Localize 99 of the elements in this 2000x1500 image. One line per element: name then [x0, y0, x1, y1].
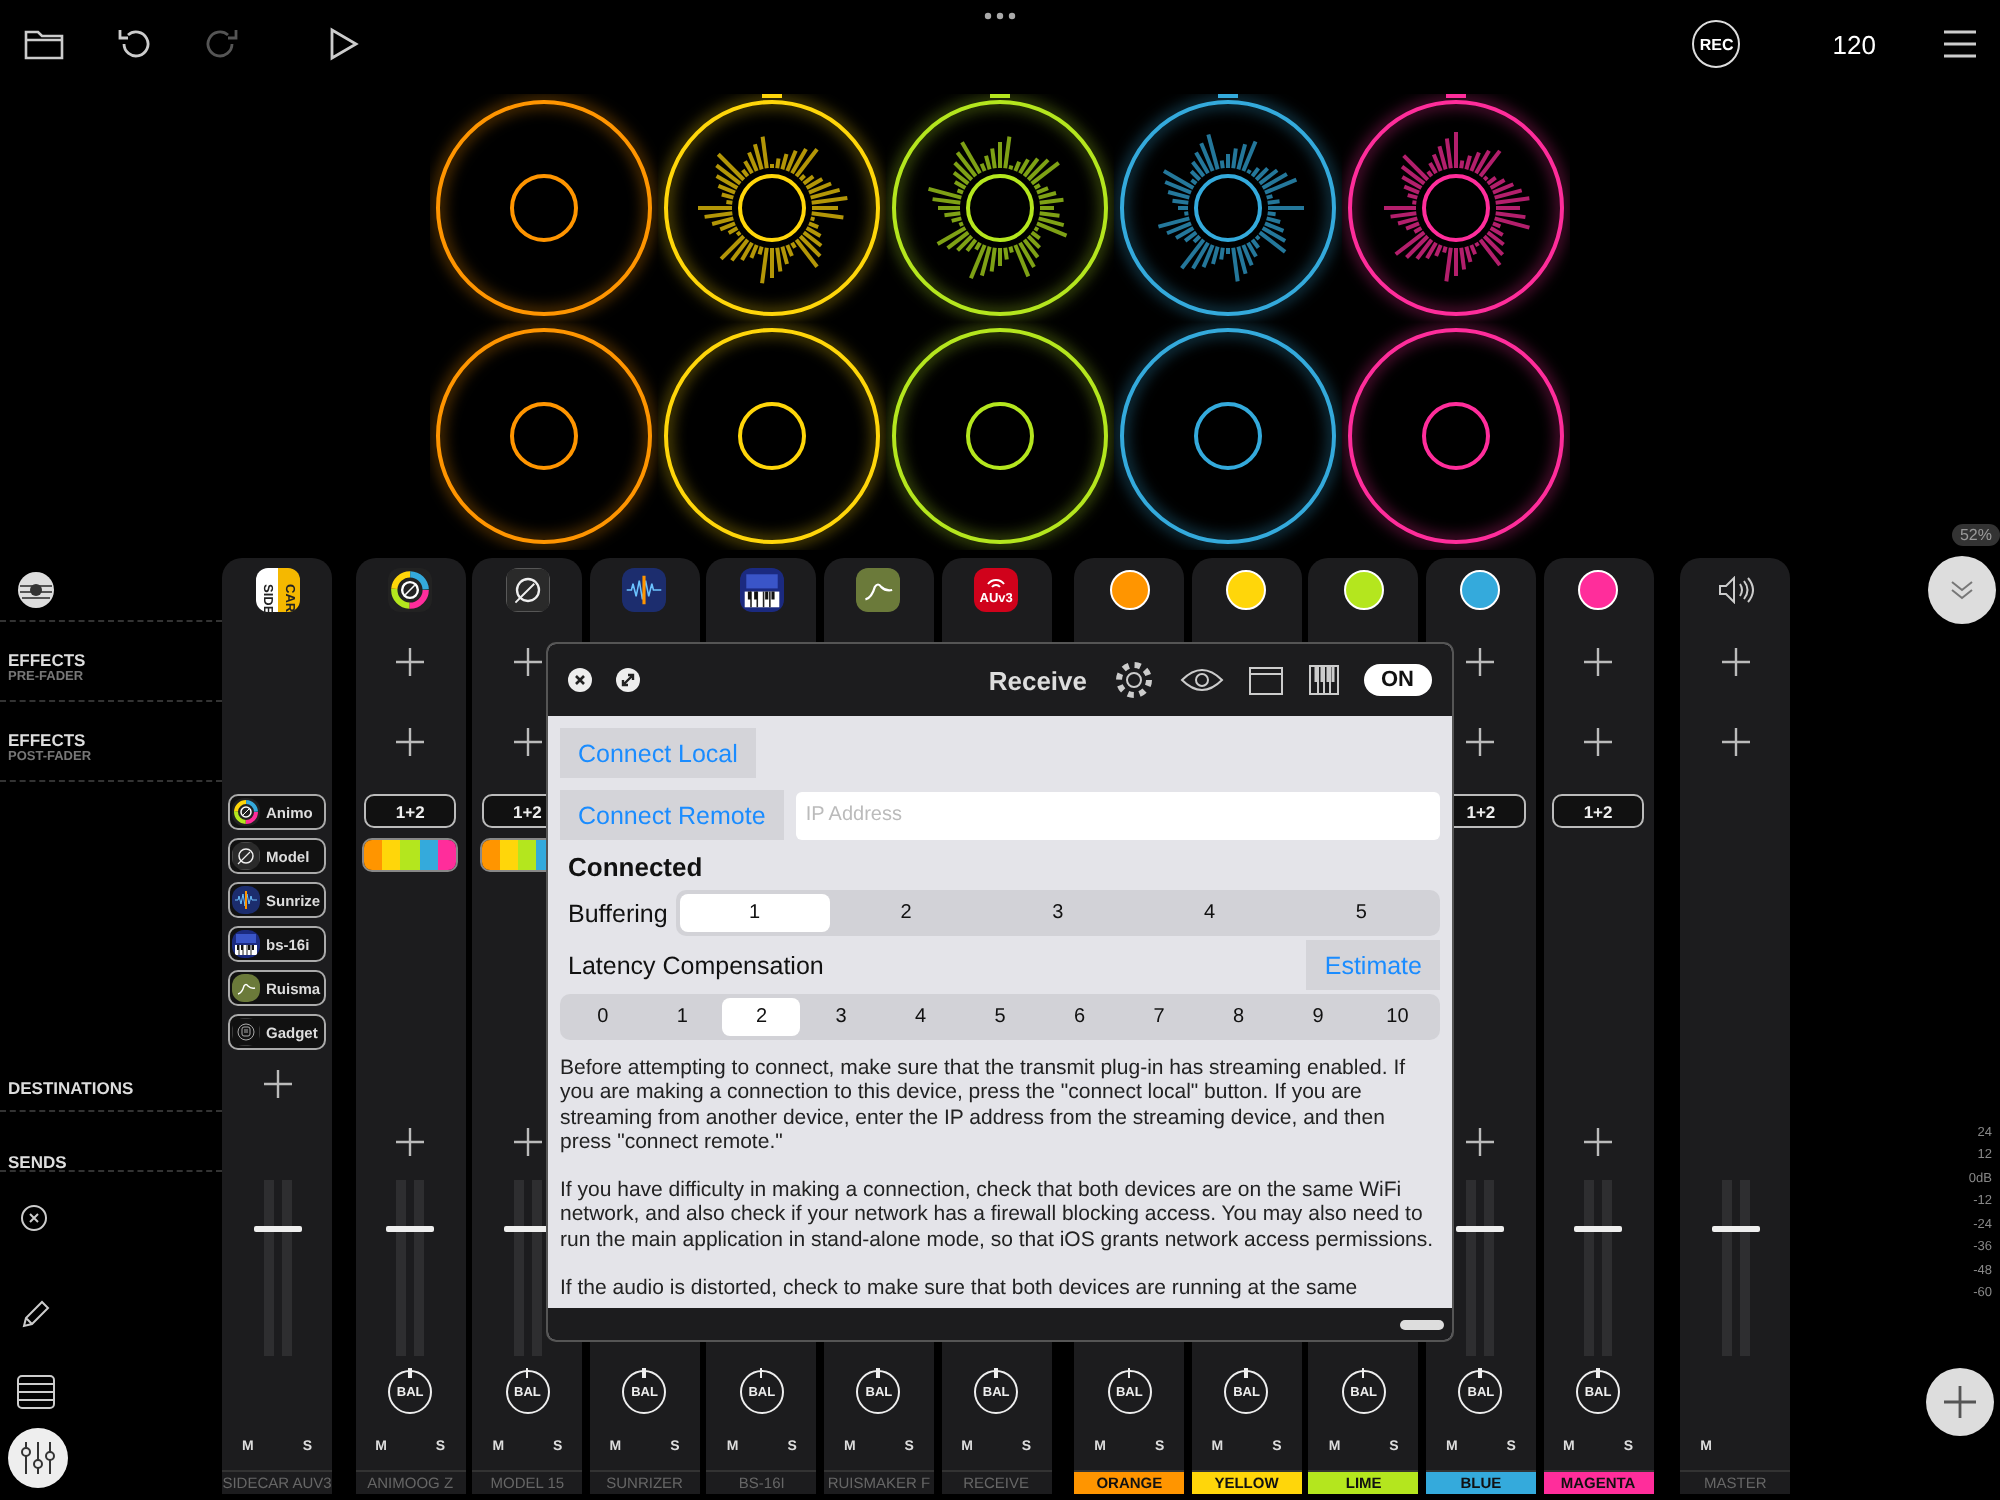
plugin-icon	[232, 1018, 260, 1046]
add-send-icon[interactable]	[1466, 1128, 1495, 1156]
pad[interactable]	[1114, 94, 1342, 322]
segment[interactable]: 4	[1134, 894, 1285, 932]
segment[interactable]: 2	[831, 894, 981, 932]
plugin-icon	[232, 930, 260, 958]
piano-icon[interactable]	[1307, 664, 1339, 696]
segment[interactable]: 0	[564, 998, 642, 1036]
latency-label: Latency Compensation	[566, 951, 824, 979]
speaker-icon	[1717, 576, 1754, 604]
add-send-icon[interactable]	[513, 1128, 542, 1156]
more-icon[interactable]	[984, 12, 1016, 20]
segment[interactable]: 4	[881, 998, 960, 1036]
pad[interactable]	[1342, 322, 1570, 550]
add-send-icon[interactable]	[396, 1128, 425, 1156]
output-button[interactable]: 1+2	[364, 794, 457, 828]
pad[interactable]	[430, 94, 658, 322]
row-label: SENDS	[8, 1152, 69, 1172]
sliders-icon	[20, 1440, 56, 1476]
plugin-icon	[232, 974, 260, 1002]
add-effect-icon[interactable]	[1584, 728, 1613, 756]
add-effect-icon[interactable]	[1584, 648, 1613, 676]
cpu-meter: 52%	[1951, 524, 2000, 546]
app-icon	[505, 568, 550, 612]
pencil-icon[interactable]	[20, 1297, 52, 1330]
pad[interactable]	[430, 322, 658, 550]
fader-thumb[interactable]	[253, 1226, 301, 1233]
help-paragraph: Before attempting to connect, make sure that the transmit plug-in has streaming enabled. If you are making a connection to this device, press the "connect local" button. If you are streaming from another device, enter the IP address from the streaming device, and then press "connect remote."	[560, 1056, 1408, 1155]
disc-icon[interactable]	[16, 569, 56, 609]
eye-icon[interactable]	[1179, 666, 1223, 694]
fader-thumb[interactable]	[1574, 1226, 1623, 1233]
close-icon[interactable]	[568, 668, 592, 692]
power-toggle[interactable]: ON	[1363, 664, 1432, 696]
add-button[interactable]	[1926, 1368, 1994, 1436]
add-effect-icon[interactable]	[1721, 648, 1750, 676]
resize-handle[interactable]	[1400, 1319, 1444, 1330]
segment[interactable]: 9	[1279, 998, 1357, 1036]
row-label: EFFECTS	[8, 650, 88, 670]
plugin-icon	[232, 798, 260, 826]
segment[interactable]: 3	[983, 894, 1133, 932]
folder-icon[interactable]	[1247, 665, 1283, 695]
routing-color-bar[interactable]	[362, 838, 459, 872]
record-button[interactable]: REC	[1692, 20, 1741, 68]
add-effect-icon[interactable]	[513, 728, 542, 756]
fader-thumb[interactable]	[1711, 1226, 1760, 1233]
clear-icon[interactable]	[20, 1204, 48, 1233]
folder-icon[interactable]	[24, 28, 64, 60]
plus-icon	[1944, 1386, 1976, 1418]
add-destination-icon[interactable]	[263, 1070, 291, 1098]
add-effect-icon[interactable]	[396, 728, 425, 756]
pad[interactable]	[886, 322, 1114, 550]
segment[interactable]: 2	[722, 998, 801, 1036]
collapse-button[interactable]	[1928, 556, 1996, 624]
segment[interactable]: 7	[1120, 998, 1198, 1036]
pad[interactable]	[1342, 94, 1570, 322]
pad[interactable]	[1114, 322, 1342, 550]
app-icon	[856, 568, 901, 612]
app-icon	[739, 568, 784, 612]
menu-icon[interactable]	[1944, 30, 1976, 58]
add-effect-icon[interactable]	[513, 648, 542, 676]
app-icon	[622, 568, 667, 612]
pad[interactable]	[658, 94, 886, 322]
add-effect-icon[interactable]	[1466, 728, 1495, 756]
fader-thumb[interactable]	[386, 1226, 435, 1233]
row-label: DESTINATIONS	[8, 1078, 134, 1098]
plugin-icon	[232, 842, 260, 870]
add-effect-icon[interactable]	[396, 648, 425, 676]
row-label: EFFECTS	[8, 730, 88, 750]
help-paragraph: If you have difficulty in making a connection, check that both devices are on the same WiFi network, and also check if your network has a firewall blocking access. You may also need to run the main application in stand-alone mode, so that iOS grants network access permissions.	[560, 1178, 1436, 1253]
segment[interactable]: 8	[1199, 998, 1278, 1036]
app-icon	[388, 568, 433, 612]
add-effect-icon[interactable]	[1466, 648, 1495, 676]
tempo-value[interactable]: 120	[1832, 29, 1876, 59]
play-icon[interactable]	[328, 26, 360, 62]
add-send-icon[interactable]	[1584, 1128, 1613, 1156]
segment[interactable]: 5	[1286, 894, 1437, 932]
fader-thumb[interactable]	[1456, 1226, 1505, 1233]
list-icon[interactable]	[16, 1374, 56, 1410]
segment[interactable]: 6	[1040, 998, 1119, 1036]
output-button[interactable]: 1+2	[1552, 794, 1645, 828]
undo-icon[interactable]	[116, 26, 152, 62]
pad[interactable]	[658, 322, 886, 550]
help-paragraph: If the audio is distorted, check to make sure that both devices are running at the same	[560, 1276, 1360, 1301]
segment[interactable]: 3	[802, 998, 880, 1036]
settings-icon[interactable]	[1111, 658, 1155, 702]
connection-status: Connected	[568, 852, 705, 882]
mixer-button[interactable]	[8, 1428, 68, 1488]
buffering-label: Buffering	[566, 899, 668, 927]
plugin-icon	[232, 886, 260, 914]
segment[interactable]: 5	[961, 998, 1039, 1036]
add-effect-icon[interactable]	[1721, 728, 1750, 756]
expand-icon[interactable]	[616, 668, 640, 692]
chevron-down-icon	[1950, 580, 1974, 600]
segment[interactable]: 1	[643, 998, 721, 1036]
pad[interactable]	[886, 94, 1114, 322]
dialog-title: Receive	[988, 665, 1087, 695]
segment[interactable]: 10	[1358, 998, 1437, 1036]
ip-address-field[interactable]: IP Address	[795, 791, 1440, 839]
segment[interactable]: 1	[679, 894, 830, 932]
